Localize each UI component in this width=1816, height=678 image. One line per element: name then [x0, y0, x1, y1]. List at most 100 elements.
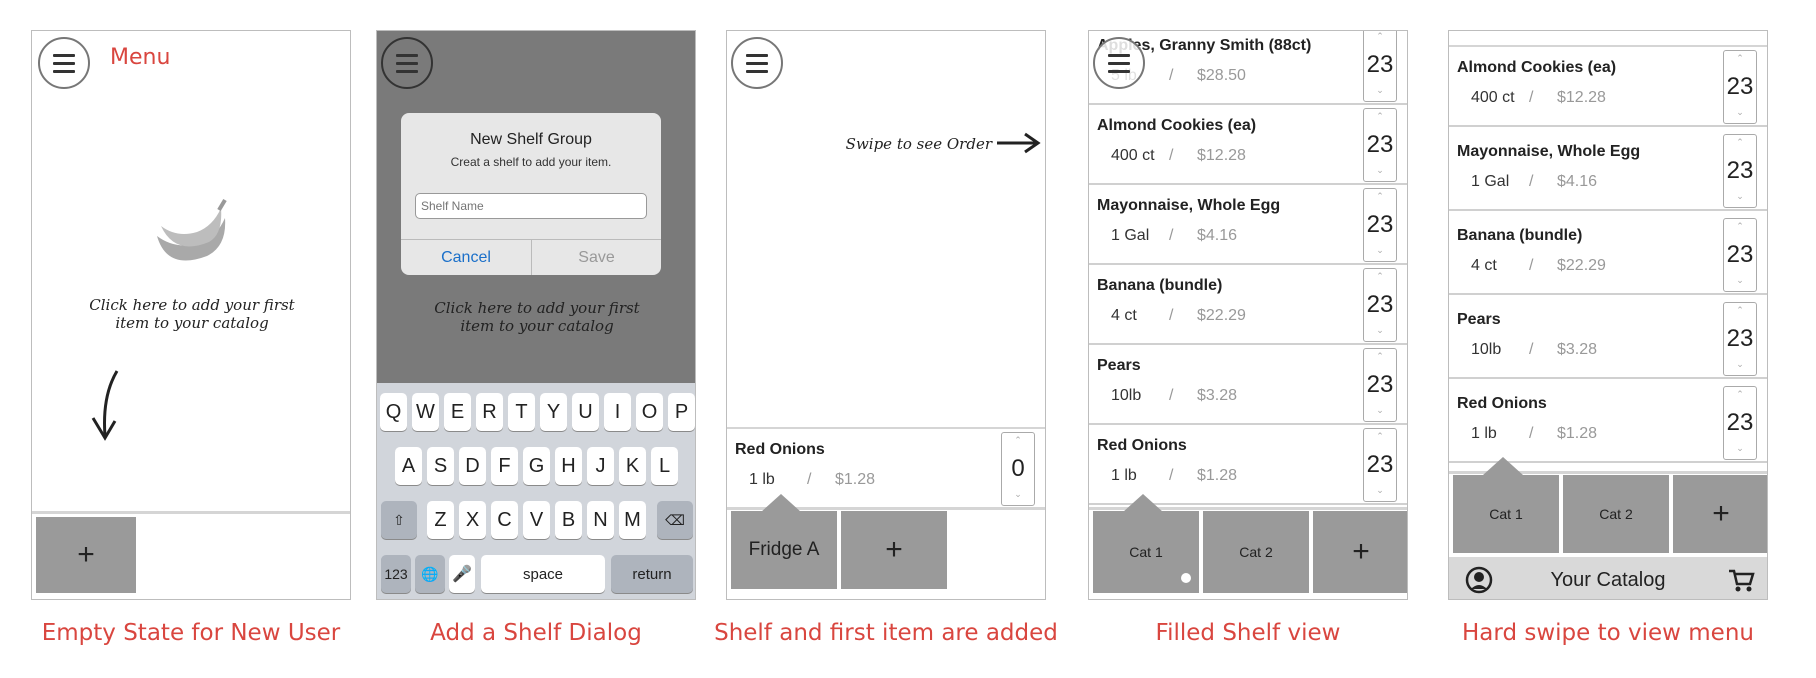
item-row[interactable]: Almond Cookies (ea) 400 ct / $12.28 ⌃ 23 ⌄ [1089, 105, 1407, 185]
keyboard-key[interactable]: U [572, 393, 599, 431]
keyboard-key[interactable]: X [459, 501, 486, 539]
keyboard-key[interactable]: D [459, 447, 486, 485]
keyboard-key[interactable]: O [636, 393, 663, 431]
item-row[interactable]: Banana (bundle) 4 ct / $22.29 ⌃ 23 ⌄ [1089, 265, 1407, 345]
quantity-stepper[interactable]: ⌃ 23 ⌄ [1723, 134, 1757, 208]
numbers-key[interactable]: 123 [381, 555, 411, 593]
item-row[interactable]: Mayonnaise, Whole Egg 1 Gal / $4.16 ⌃ 23 ⌄ [1449, 131, 1767, 211]
chevron-up-icon[interactable]: ⌃ [1364, 351, 1396, 365]
chevron-down-icon[interactable]: ⌄ [1724, 275, 1756, 289]
keyboard-key[interactable]: K [619, 447, 646, 485]
keyboard-key[interactable]: A [395, 447, 422, 485]
quantity-stepper[interactable]: ⌃ 23 ⌄ [1363, 31, 1397, 102]
quantity-stepper[interactable]: ⌃ 23 ⌄ [1723, 50, 1757, 124]
shift-key[interactable]: ⇧ [381, 501, 417, 539]
tab-cat-1[interactable]: Cat 1 [1453, 475, 1559, 553]
catalog-label[interactable]: Your Catalog [1449, 569, 1767, 592]
keyboard-key[interactable]: L [651, 447, 678, 485]
menu-button[interactable] [38, 37, 90, 89]
microphone-icon[interactable]: 🎤 [449, 555, 475, 593]
catalog-bar[interactable]: Your Catalog [1449, 557, 1767, 599]
add-category-button[interactable]: + [1313, 511, 1407, 593]
keyboard-key[interactable]: B [555, 501, 582, 539]
menu-button[interactable] [1093, 37, 1145, 89]
keyboard-key[interactable]: N [587, 501, 614, 539]
item-row[interactable]: Red Onions 1 lb / $1.28 ⌃ 23 ⌄ [1089, 425, 1407, 505]
keyboard-key[interactable]: Q [380, 393, 407, 431]
chevron-down-icon[interactable]: ⌄ [1724, 359, 1756, 373]
keyboard-key[interactable]: G [523, 447, 550, 485]
chevron-down-icon[interactable]: ⌄ [1364, 245, 1396, 259]
keyboard-key[interactable]: T [508, 393, 535, 431]
tab-cat-2[interactable]: Cat 2 [1203, 511, 1309, 593]
shelf-name-input[interactable] [415, 193, 647, 219]
item-row[interactable]: Red Onions 1 lb / $1.28 ⌃ 23 ⌄ [1449, 383, 1767, 463]
space-key[interactable]: space [481, 555, 605, 593]
keyboard-key[interactable]: C [491, 501, 518, 539]
add-shelf-button[interactable]: + [841, 511, 947, 589]
keyboard-key[interactable]: J [587, 447, 614, 485]
keyboard-key[interactable]: P [668, 393, 695, 431]
globe-icon[interactable]: 🌐 [415, 555, 445, 593]
keyboard-key[interactable]: I [604, 393, 631, 431]
cancel-button[interactable]: Cancel [401, 240, 531, 275]
chevron-down-icon[interactable]: ⌄ [1364, 325, 1396, 339]
keyboard-key[interactable]: M [619, 501, 646, 539]
item-row[interactable]: Pears 10lb / $3.28 ⌃ 23 ⌄ [1449, 299, 1767, 379]
chevron-up-icon[interactable]: ⌃ [1364, 431, 1396, 445]
item-row[interactable]: Almond Cookies (ea) 400 ct / $12.28 ⌃ 23 ⌄ [1449, 47, 1767, 127]
quantity-stepper[interactable]: ⌃ 23 ⌄ [1723, 302, 1757, 376]
chevron-down-icon[interactable]: ⌄ [1364, 485, 1396, 499]
cart-icon[interactable] [1727, 567, 1755, 593]
menu-button[interactable] [381, 37, 433, 89]
chevron-up-icon[interactable]: ⌃ [1724, 137, 1756, 151]
chevron-up-icon[interactable]: ⌃ [1364, 271, 1396, 285]
quantity-stepper[interactable]: ⌃ 23 ⌄ [1363, 268, 1397, 342]
tab-cat-2[interactable]: Cat 2 [1563, 475, 1669, 553]
add-category-button[interactable]: + [1673, 475, 1767, 553]
shelf-tab-fridge-a[interactable]: Fridge A [731, 511, 837, 589]
chevron-up-icon[interactable]: ⌃ [1002, 435, 1034, 449]
keyboard-key[interactable]: S [427, 447, 454, 485]
keyboard-key[interactable]: F [491, 447, 518, 485]
chevron-up-icon[interactable]: ⌃ [1364, 191, 1396, 205]
chevron-down-icon[interactable]: ⌄ [1002, 489, 1034, 503]
quantity-stepper[interactable]: ⌃ 23 ⌄ [1363, 428, 1397, 502]
quantity-stepper[interactable]: ⌃ 23 ⌄ [1363, 188, 1397, 262]
add-shelf-button[interactable]: + [36, 517, 136, 593]
chevron-down-icon[interactable]: ⌄ [1364, 405, 1396, 419]
keyboard-key[interactable]: Z [427, 501, 454, 539]
item-separator: / [1529, 173, 1534, 190]
chevron-up-icon[interactable]: ⌃ [1724, 53, 1756, 67]
chevron-up-icon[interactable]: ⌃ [1724, 389, 1756, 403]
return-key[interactable]: return [611, 555, 693, 593]
quantity-stepper[interactable]: ⌃ 0 ⌄ [1001, 432, 1035, 506]
chevron-up-icon[interactable]: ⌃ [1364, 31, 1396, 45]
keyboard-key[interactable]: V [523, 501, 550, 539]
chevron-up-icon[interactable]: ⌃ [1724, 305, 1756, 319]
item-row[interactable]: Mayonnaise, Whole Egg 1 Gal / $4.16 ⌃ 23 ⌄ [1089, 185, 1407, 265]
menu-button[interactable] [731, 37, 783, 89]
keyboard-key[interactable]: W [412, 393, 439, 431]
chevron-down-icon[interactable]: ⌄ [1724, 191, 1756, 205]
keyboard: QWERTYUIOP ASDFGHJKL ZXCVBNM ⇧ ⌫ 123 🌐 🎤… [377, 383, 695, 599]
chevron-up-icon[interactable]: ⌃ [1724, 221, 1756, 235]
quantity-stepper[interactable]: ⌃ 23 ⌄ [1363, 348, 1397, 422]
save-button[interactable]: Save [532, 240, 661, 275]
stepper-count: 23 [1366, 211, 1394, 238]
item-row[interactable]: Banana (bundle) 4 ct / $22.29 ⌃ 23 ⌄ [1449, 215, 1767, 295]
quantity-stepper[interactable]: ⌃ 23 ⌄ [1723, 386, 1757, 460]
keyboard-key[interactable]: H [555, 447, 582, 485]
keyboard-key[interactable]: E [444, 393, 471, 431]
item-row[interactable]: Pears 10lb / $3.28 ⌃ 23 ⌄ [1089, 345, 1407, 425]
quantity-stepper[interactable]: ⌃ 23 ⌄ [1723, 218, 1757, 292]
keyboard-key[interactable]: R [476, 393, 503, 431]
quantity-stepper[interactable]: ⌃ 23 ⌄ [1363, 108, 1397, 182]
chevron-down-icon[interactable]: ⌄ [1364, 85, 1396, 99]
chevron-up-icon[interactable]: ⌃ [1364, 111, 1396, 125]
keyboard-key[interactable]: Y [540, 393, 567, 431]
chevron-down-icon[interactable]: ⌄ [1724, 107, 1756, 121]
backspace-key[interactable]: ⌫ [657, 501, 693, 539]
chevron-down-icon[interactable]: ⌄ [1364, 165, 1396, 179]
chevron-down-icon[interactable]: ⌄ [1724, 443, 1756, 457]
